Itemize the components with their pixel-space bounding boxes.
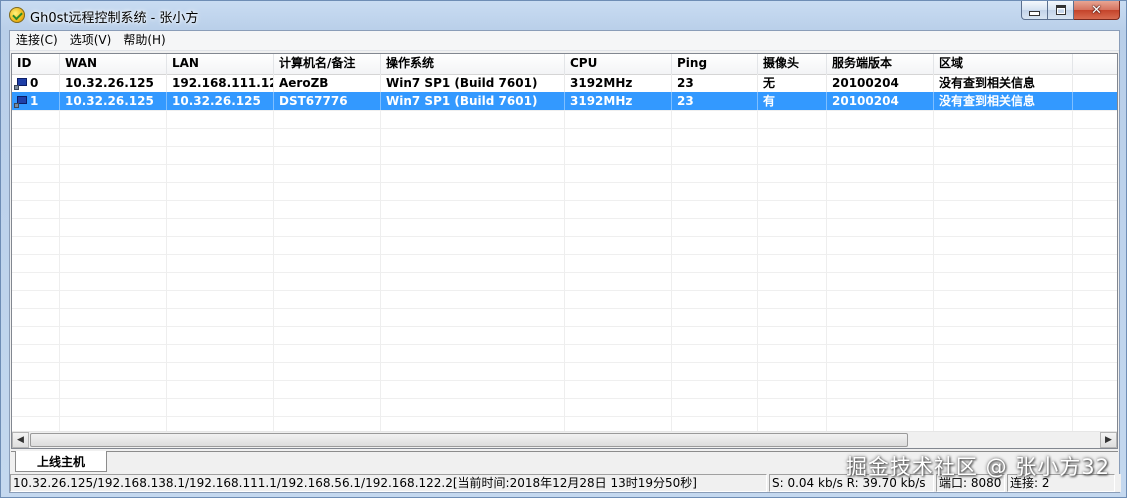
title-bar[interactable]: Gh0st远程控制系统 - 张小方 ✕ (1, 1, 1126, 29)
menu-connect[interactable]: 连接(C) (10, 31, 64, 50)
cell-region: 没有查到相关信息 (934, 74, 1073, 92)
column-header-ping[interactable]: Ping (672, 54, 758, 74)
menu-bar: 连接(C) 选项(V) 帮助(H) (10, 31, 1119, 51)
cell-cpu: 3192MHz (565, 74, 672, 92)
main-window: Gh0st远程控制系统 - 张小方 ✕ 连接(C) 选项(V) 帮助(H) ID… (0, 0, 1127, 498)
menu-options[interactable]: 选项(V) (64, 31, 118, 50)
app-icon[interactable] (9, 7, 25, 23)
caption-buttons: ✕ (1021, 1, 1120, 20)
arrow-right-icon: ▶ (1105, 435, 1112, 445)
status-speed: S: 0.04 kb/s R: 39.70 kb/s (769, 474, 934, 492)
column-header-version[interactable]: 服务端版本 (827, 54, 934, 74)
cell-region: 没有查到相关信息 (934, 92, 1073, 110)
cell-camera: 有 (758, 92, 827, 110)
status-port: 端口: 8080 (936, 474, 1005, 492)
scroll-right-button[interactable]: ▶ (1100, 432, 1117, 448)
cell-wan: 10.32.26.125 (60, 74, 167, 92)
minimize-icon (1029, 10, 1040, 16)
tab-online-hosts[interactable]: 上线主机 (15, 451, 107, 472)
close-icon: ✕ (1091, 2, 1102, 18)
cell-name: AeroZB (274, 74, 381, 92)
maximize-button[interactable] (1048, 1, 1074, 20)
menu-help[interactable]: 帮助(H) (117, 31, 171, 50)
cell-cpu: 3192MHz (565, 92, 672, 110)
computer-icon (14, 77, 28, 90)
cell-ping: 23 (672, 74, 758, 92)
cell-lan: 10.32.26.125 (167, 92, 274, 110)
cell-ping: 23 (672, 92, 758, 110)
column-header-name[interactable]: 计算机名/备注 (274, 54, 381, 74)
computer-icon (14, 95, 28, 108)
column-header-os[interactable]: 操作系统 (381, 54, 565, 74)
arrow-left-icon: ◀ (17, 435, 24, 445)
window-title: Gh0st远程控制系统 - 张小方 (30, 11, 199, 26)
status-address: 10.32.26.125/192.168.138.1/192.168.111.1… (10, 474, 767, 492)
status-bar: 10.32.26.125/192.168.138.1/192.168.111.1… (10, 474, 1121, 492)
column-header-cpu[interactable]: CPU (565, 54, 672, 74)
column-header-id[interactable]: ID (12, 54, 60, 74)
column-header-region[interactable]: 区域 (934, 54, 1073, 74)
table-row[interactable]: 0 10.32.26.125 192.168.111.129 AeroZB Wi… (12, 74, 1117, 92)
cell-os: Win7 SP1 (Build 7601) (381, 74, 565, 92)
column-header-lan[interactable]: LAN (167, 54, 274, 74)
minimize-button[interactable] (1021, 1, 1048, 20)
horizontal-scrollbar[interactable]: ◀ ▶ (12, 431, 1117, 448)
list-body: 0 10.32.26.125 192.168.111.129 AeroZB Wi… (12, 74, 1117, 431)
cell-camera: 无 (758, 74, 827, 92)
cell-name: DST67776 (274, 92, 381, 110)
close-button[interactable]: ✕ (1074, 1, 1120, 20)
table-row-selected[interactable]: 1 10.32.26.125 10.32.26.125 DST67776 Win… (12, 92, 1117, 110)
tab-strip: 上线主机 (11, 451, 1118, 474)
list-header: ID WAN LAN 计算机名/备注 操作系统 CPU Ping 摄像头 服务端… (12, 54, 1117, 75)
host-list[interactable]: ID WAN LAN 计算机名/备注 操作系统 CPU Ping 摄像头 服务端… (11, 53, 1118, 449)
cell-version: 20100204 (827, 74, 934, 92)
scroll-thumb[interactable] (30, 433, 908, 447)
cell-id: 1 (12, 92, 60, 110)
client-area: 连接(C) 选项(V) 帮助(H) ID WAN LAN 计算机名/备注 操作系… (9, 30, 1121, 493)
cell-wan: 10.32.26.125 (60, 92, 167, 110)
cell-id: 0 (12, 74, 60, 92)
cell-os: Win7 SP1 (Build 7601) (381, 92, 565, 110)
column-header-camera[interactable]: 摄像头 (758, 54, 827, 74)
cell-lan: 192.168.111.129 (167, 74, 274, 92)
grid-lines (12, 110, 1117, 431)
cell-version: 20100204 (827, 92, 934, 110)
status-connections: 连接: 2 (1007, 474, 1115, 492)
maximize-icon (1055, 5, 1066, 15)
scroll-left-button[interactable]: ◀ (12, 432, 29, 448)
column-header-wan[interactable]: WAN (60, 54, 167, 74)
